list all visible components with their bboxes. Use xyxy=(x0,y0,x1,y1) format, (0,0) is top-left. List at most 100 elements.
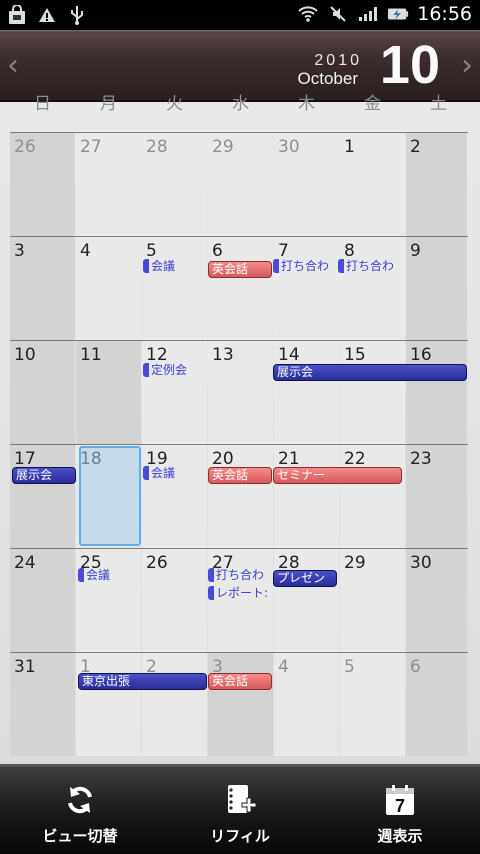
month-calendar-grid: 日 月 火 水 木 金 土 26 27 28 29 30 1 2 3 4 5 6 7 8 9 10 11 12 1… xyxy=(0,94,480,764)
refill-label: リフィル xyxy=(210,827,270,845)
month-number-label: 10 xyxy=(379,35,440,95)
day-cell[interactable]: 4 xyxy=(76,237,141,340)
event-chip[interactable]: 会議 xyxy=(143,259,207,275)
day-number: 27 xyxy=(80,137,102,157)
today-highlight xyxy=(79,446,141,546)
day-cell[interactable]: 19 xyxy=(142,445,207,548)
battery-charging-icon xyxy=(387,3,409,25)
day-cell[interactable]: 4 xyxy=(274,653,339,756)
event-chip[interactable]: 定例会 xyxy=(143,363,207,379)
day-number: 29 xyxy=(344,553,366,573)
status-bar: 16:56 xyxy=(0,0,480,30)
event-chip[interactable]: 打ち合わ xyxy=(273,259,337,275)
day-number: 9 xyxy=(410,241,421,261)
day-cell[interactable]: 25 xyxy=(76,549,141,652)
event-chip[interactable]: 英会話 xyxy=(208,467,272,484)
clock-time: 16:56 xyxy=(417,3,472,25)
event-chip[interactable]: 打ち合わ xyxy=(338,259,404,275)
day-cell[interactable]: 9 xyxy=(406,237,467,340)
shopping-bag-icon xyxy=(6,4,28,26)
day-cell[interactable]: 1 xyxy=(340,133,405,236)
weekday-tue: 火 xyxy=(166,94,183,114)
week-divider xyxy=(10,132,468,133)
bottom-toolbar: ビュー切替 リフィル 7 週表示 xyxy=(0,764,480,854)
event-chip[interactable]: プレゼン xyxy=(273,570,337,587)
weekday-fri: 金 xyxy=(364,94,381,114)
calendar-week-icon: 7 xyxy=(320,783,480,817)
day-cell[interactable]: 30 xyxy=(406,549,467,652)
day-number: 30 xyxy=(410,553,432,573)
day-cell[interactable]: 28 xyxy=(274,549,339,652)
day-number: 22 xyxy=(344,449,366,469)
day-cell[interactable]: 27 xyxy=(76,133,141,236)
day-cell[interactable]: 22 xyxy=(340,445,405,548)
day-cell[interactable]: 2 xyxy=(406,133,467,236)
day-cell[interactable]: 21 xyxy=(274,445,339,548)
day-number: 26 xyxy=(14,137,36,157)
day-cell[interactable]: 7 xyxy=(274,237,339,340)
day-number: 4 xyxy=(278,657,289,677)
week-view-button[interactable]: 7 週表示 xyxy=(320,767,480,854)
day-cell[interactable]: 1 xyxy=(76,653,141,756)
event-label: 定例会 xyxy=(151,363,188,377)
day-number: 13 xyxy=(212,345,234,365)
weekday-sat: 土 xyxy=(430,94,447,114)
event-chip[interactable]: レポート: xyxy=(208,586,272,602)
day-cell[interactable]: 26 xyxy=(10,133,75,236)
view-switch-button[interactable]: ビュー切替 xyxy=(0,767,160,854)
day-cell[interactable]: 29 xyxy=(208,133,273,236)
day-cell[interactable]: 11 xyxy=(76,341,141,444)
day-cell[interactable]: 5 xyxy=(340,653,405,756)
day-number: 8 xyxy=(344,241,355,261)
day-cell[interactable]: 3 xyxy=(10,237,75,340)
event-chip[interactable]: 打ち合わ xyxy=(208,568,272,584)
day-cell[interactable]: 16 xyxy=(406,341,467,444)
day-cell[interactable]: 15 xyxy=(340,341,405,444)
day-number: 15 xyxy=(344,345,366,365)
day-cell[interactable]: 8 xyxy=(340,237,405,340)
day-number: 1 xyxy=(344,137,355,157)
day-number: 17 xyxy=(14,449,36,469)
day-number: 14 xyxy=(278,345,300,365)
day-cell[interactable]: 6 xyxy=(406,653,467,756)
day-cell[interactable]: 17 xyxy=(10,445,75,548)
day-cell[interactable]: 30 xyxy=(274,133,339,236)
month-header: ‹ 2010 October 10 › xyxy=(0,30,480,102)
day-cell[interactable]: 29 xyxy=(340,549,405,652)
day-cell[interactable]: 28 xyxy=(142,133,207,236)
refill-button[interactable]: リフィル xyxy=(160,767,320,854)
day-cell[interactable]: 26 xyxy=(142,549,207,652)
previous-month-arrow-icon[interactable]: ‹ xyxy=(0,48,26,84)
event-label: 打ち合わ xyxy=(216,568,265,582)
day-number: 2 xyxy=(410,137,421,157)
signal-icon xyxy=(357,3,379,25)
day-cell[interactable]: 13 xyxy=(208,341,273,444)
day-number: 21 xyxy=(278,449,300,469)
day-cell[interactable]: 31 xyxy=(10,653,75,756)
day-cell[interactable]: 12 xyxy=(142,341,207,444)
event-chip[interactable]: 東京出張 xyxy=(78,673,207,690)
event-chip[interactable]: 会議 xyxy=(78,568,142,584)
day-cell[interactable]: 10 xyxy=(10,341,75,444)
usb-icon xyxy=(66,4,88,26)
day-number: 20 xyxy=(212,449,234,469)
day-cell[interactable]: 23 xyxy=(406,445,467,548)
day-cell[interactable]: 2 xyxy=(142,653,207,756)
mute-icon xyxy=(327,3,349,25)
event-chip[interactable]: 展示会 xyxy=(12,467,76,484)
next-month-arrow-icon[interactable]: › xyxy=(454,48,480,84)
event-chip[interactable]: 展示会 xyxy=(273,364,467,381)
weekday-mon: 月 xyxy=(100,94,117,114)
year-label: 2010 xyxy=(314,52,362,69)
day-number: 16 xyxy=(410,345,432,365)
event-chip[interactable]: 英会話 xyxy=(208,673,272,690)
event-chip[interactable]: セミナー xyxy=(273,467,402,484)
event-chip[interactable]: 会議 xyxy=(143,466,207,482)
day-cell[interactable]: 24 xyxy=(10,549,75,652)
day-cell[interactable]: 6 xyxy=(208,237,273,340)
day-cell[interactable]: 14 xyxy=(274,341,339,444)
day-cell[interactable]: 3 xyxy=(208,653,273,756)
day-cell[interactable]: 5 xyxy=(142,237,207,340)
event-chip[interactable]: 英会話 xyxy=(208,261,272,278)
day-cell[interactable]: 20 xyxy=(208,445,273,548)
